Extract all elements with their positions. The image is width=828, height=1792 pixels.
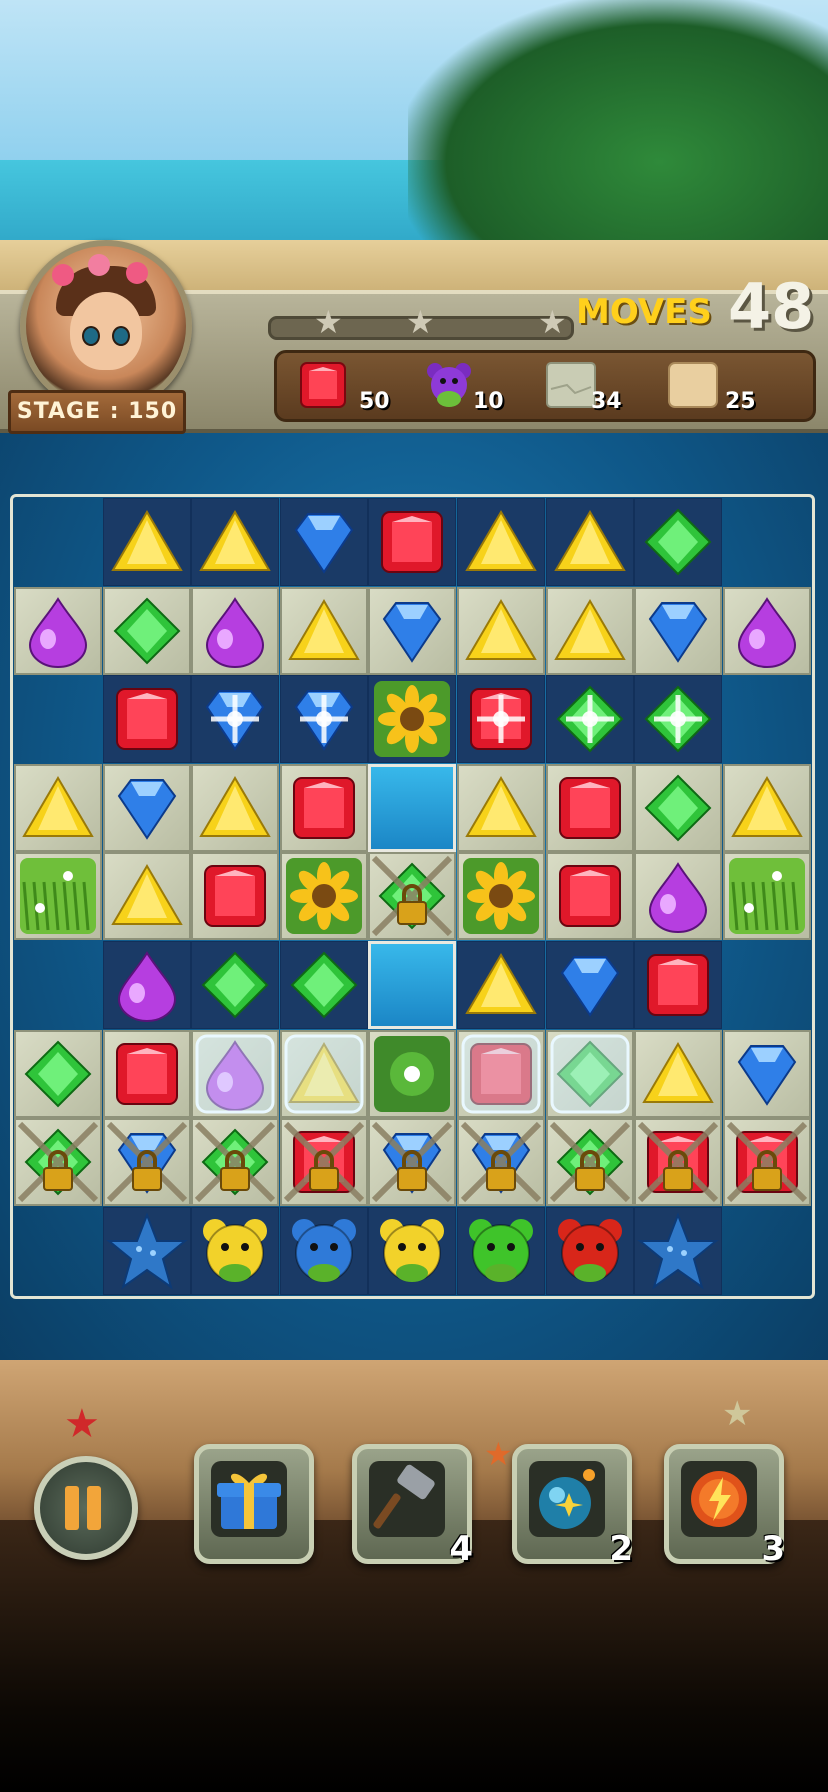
blue-gem-icon[interactable] [723, 1030, 811, 1118]
purple-gem-icon[interactable] [723, 587, 811, 675]
green-gem-icon[interactable] [634, 675, 722, 763]
red-gem-icon[interactable] [546, 852, 634, 940]
green-gem-icon[interactable] [634, 764, 722, 852]
green-gem-icon[interactable] [634, 498, 722, 586]
hammer-booster-button[interactable]: 4 [352, 1444, 473, 1569]
purple-gem-icon[interactable] [14, 587, 102, 675]
yellow-gem-icon[interactable] [191, 498, 279, 586]
frozen-green-gem-icon[interactable] [546, 1030, 634, 1118]
starfish-icon: ★ [722, 1394, 753, 1434]
bear-icon[interactable] [191, 1207, 279, 1295]
board-cell[interactable] [368, 763, 457, 852]
bear-icon[interactable] [546, 1207, 634, 1295]
locked-blue-gem-icon[interactable] [103, 1118, 191, 1206]
red-gem-icon[interactable] [546, 764, 634, 852]
locked-green-gem-icon[interactable] [14, 1118, 102, 1206]
frozen-red-gem-icon[interactable] [457, 1030, 545, 1118]
locked-green-gem-icon[interactable] [191, 1118, 279, 1206]
blue-gem-icon[interactable] [280, 675, 368, 763]
red-gem-icon[interactable] [103, 675, 191, 763]
locked-blue-gem-icon[interactable] [457, 1118, 545, 1206]
red-gem-icon[interactable] [457, 675, 545, 763]
bomb-booster-button[interactable]: 2 [512, 1444, 633, 1569]
yellow-gem-icon[interactable] [191, 764, 279, 852]
yellow-gem-icon[interactable] [103, 498, 191, 586]
starfish-icon: ★ [64, 1401, 100, 1447]
sunflower-tile-icon[interactable] [457, 852, 545, 940]
blue-gem-icon[interactable] [634, 587, 722, 675]
locked-red-gem-icon[interactable] [280, 1118, 368, 1206]
gift-icon [211, 1461, 287, 1537]
blue-gem-icon[interactable] [191, 675, 279, 763]
starfish-gem-icon[interactable] [634, 1207, 722, 1295]
red-gem-icon[interactable] [191, 852, 279, 940]
yellow-gem-icon[interactable] [546, 498, 634, 586]
locked-red-gem-icon[interactable] [723, 1118, 811, 1206]
locked-blue-gem-icon[interactable] [368, 1118, 456, 1206]
yellow-gem-icon[interactable] [457, 941, 545, 1029]
purple-gem-icon[interactable] [191, 587, 279, 675]
gift-booster-button[interactable] [194, 1444, 314, 1564]
yellow-gem-icon[interactable] [457, 498, 545, 586]
green-gem-icon[interactable] [191, 941, 279, 1029]
yellow-gem-icon[interactable] [103, 852, 191, 940]
yellow-gem-icon[interactable] [14, 764, 102, 852]
pause-button[interactable] [34, 1456, 138, 1560]
bear-icon[interactable] [280, 1207, 368, 1295]
blue-gem-icon[interactable] [368, 587, 456, 675]
bomb-icon [529, 1461, 605, 1537]
yellow-gem-icon[interactable] [280, 587, 368, 675]
purple-gem-icon[interactable] [103, 941, 191, 1029]
yellow-gem-icon[interactable] [457, 764, 545, 852]
blue-gem-icon[interactable] [546, 941, 634, 1029]
lightning-booster-button[interactable]: 3 [664, 1444, 785, 1569]
bear-icon[interactable] [457, 1207, 545, 1295]
board-cell[interactable] [368, 941, 457, 1029]
red-gem-icon[interactable] [368, 498, 456, 586]
sunflower-tile-icon[interactable] [280, 852, 368, 940]
bear-icon[interactable] [368, 1207, 456, 1295]
green-gem-icon[interactable] [280, 941, 368, 1029]
grass-tile-icon[interactable] [723, 852, 811, 940]
starfish-gem-icon[interactable] [103, 1207, 191, 1295]
green-gem-icon[interactable] [103, 587, 191, 675]
hammer-icon [369, 1461, 445, 1537]
frozen-purple-gem-icon[interactable] [191, 1030, 279, 1118]
yellow-gem-icon[interactable] [546, 587, 634, 675]
yellow-gem-icon[interactable] [723, 764, 811, 852]
yellow-gem-icon[interactable] [457, 587, 545, 675]
sunflower-tile-icon[interactable] [368, 675, 456, 763]
red-gem-icon[interactable] [280, 764, 368, 852]
green-gem-icon[interactable] [546, 675, 634, 763]
lightning-orb-icon [681, 1461, 757, 1537]
red-gem-icon[interactable] [634, 941, 722, 1029]
red-gem-icon[interactable] [103, 1030, 191, 1118]
locked-red-gem-icon[interactable] [634, 1118, 722, 1206]
blue-gem-icon[interactable] [103, 764, 191, 852]
frozen-yellow-gem-icon[interactable] [280, 1030, 368, 1118]
starfish-icon: ★ [484, 1435, 513, 1473]
grass-flower-tile-icon[interactable] [368, 1030, 456, 1118]
purple-gem-icon[interactable] [634, 852, 722, 940]
locked-green-gem-icon[interactable] [546, 1118, 634, 1206]
grass-tile-icon[interactable] [14, 852, 102, 940]
yellow-gem-icon[interactable] [634, 1030, 722, 1118]
locked-green-gem-icon[interactable] [368, 852, 456, 940]
green-gem-icon[interactable] [14, 1030, 102, 1118]
blue-gem-icon[interactable] [280, 498, 368, 586]
